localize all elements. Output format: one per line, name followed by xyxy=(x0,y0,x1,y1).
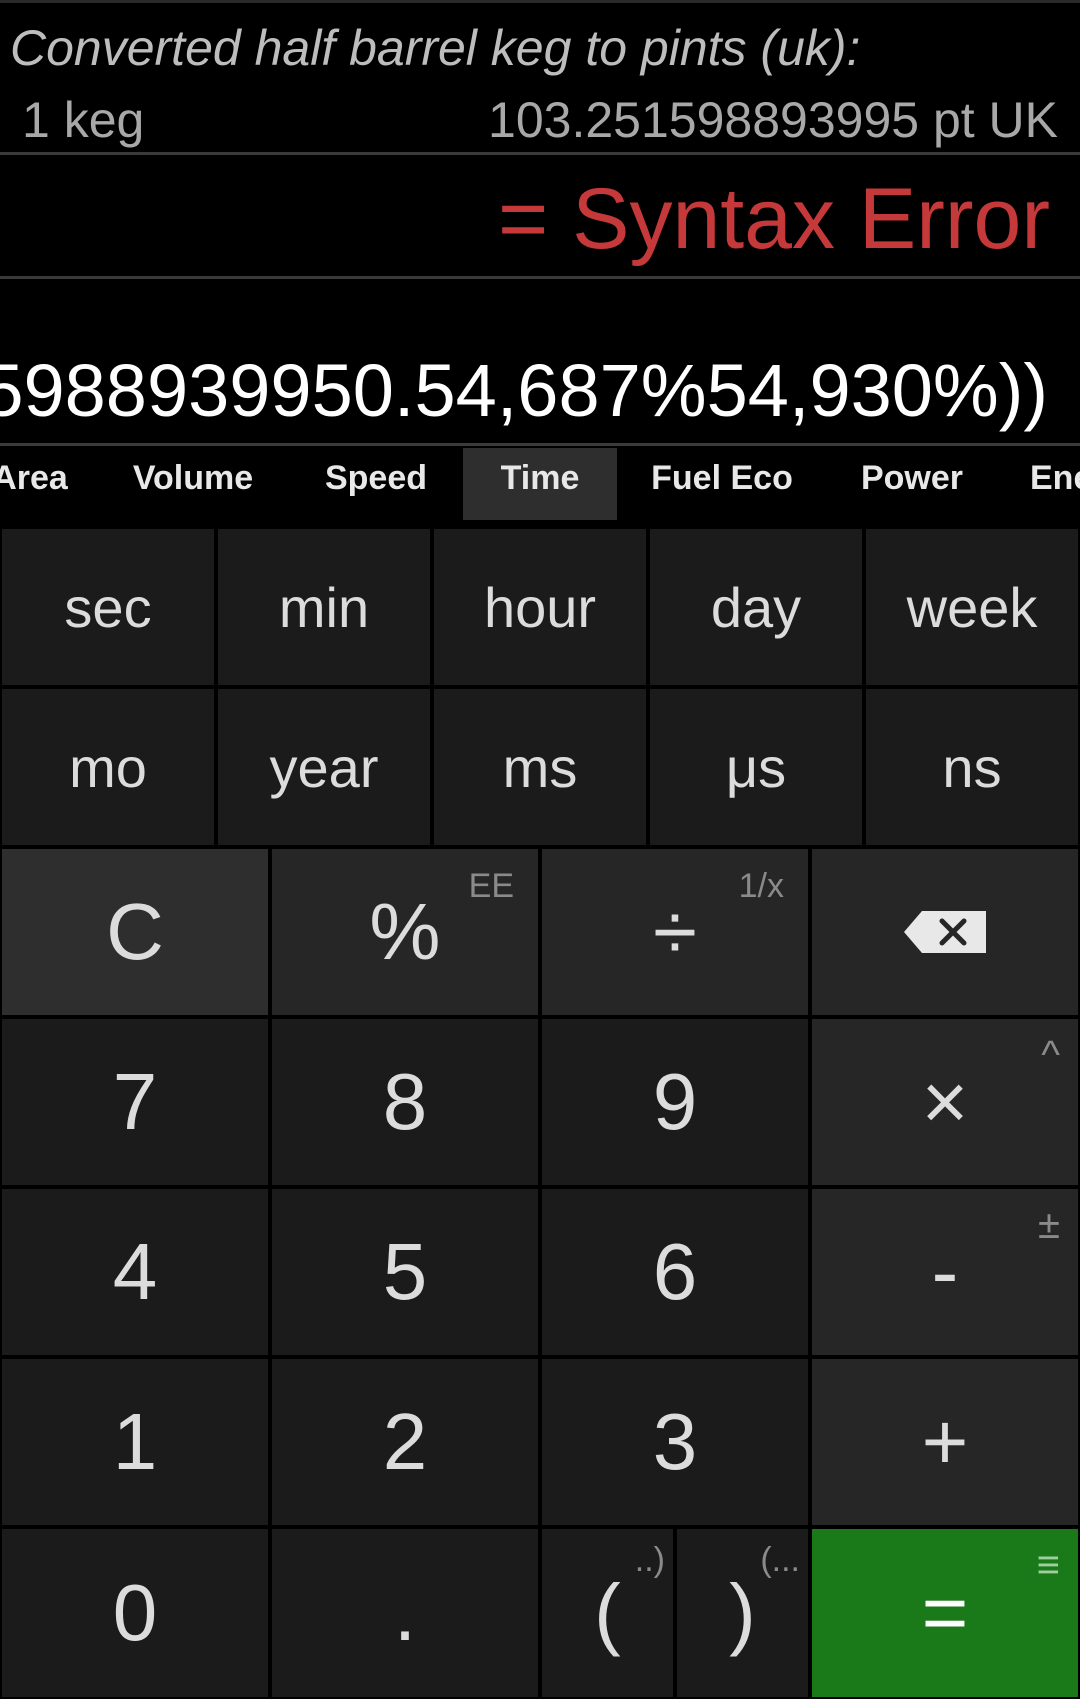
tab-speed[interactable]: Speed xyxy=(300,448,452,520)
multiply-label: × xyxy=(921,1057,969,1146)
unit-day-button[interactable]: day xyxy=(648,527,864,687)
history-output: 103.251598893995 pt UK xyxy=(488,92,1058,148)
tab-power[interactable]: Power xyxy=(836,448,988,520)
digit-5-button[interactable]: 5 xyxy=(270,1187,540,1357)
history-input: 1 keg xyxy=(22,92,145,148)
equals-button[interactable]: = ≡ xyxy=(810,1527,1080,1699)
clear-button[interactable]: C xyxy=(0,847,270,1017)
result-display: = Syntax Error xyxy=(497,171,1050,267)
unit-month-button[interactable]: mo xyxy=(0,687,216,847)
divide-button[interactable]: ÷ 1/x xyxy=(540,847,810,1017)
unit-ns-button[interactable]: ns xyxy=(864,687,1080,847)
unit-sec-button[interactable]: sec xyxy=(0,527,216,687)
close-paren-hint: (... xyxy=(760,1541,800,1579)
digit-3-button[interactable]: 3 xyxy=(540,1357,810,1527)
category-tab-bar[interactable]: Area Volume Speed Time Fuel Eco Power En… xyxy=(0,448,1080,520)
menu-icon[interactable]: ≡ xyxy=(1037,1543,1060,1588)
digit-0-button[interactable]: 0 xyxy=(0,1527,270,1699)
digit-9-button[interactable]: 9 xyxy=(540,1017,810,1187)
expression-display[interactable]: 5988939950.54,687%54,930%)) xyxy=(0,348,1048,433)
digit-7-button[interactable]: 7 xyxy=(0,1017,270,1187)
power-hint: ^ xyxy=(1041,1033,1060,1077)
close-paren-button[interactable]: ) (... xyxy=(675,1527,810,1699)
open-paren-button[interactable]: ( ..) xyxy=(540,1527,675,1699)
equals-label: = xyxy=(921,1568,969,1657)
tab-fuel-eco[interactable]: Fuel Eco xyxy=(640,448,804,520)
backspace-icon xyxy=(904,911,986,953)
tab-area[interactable]: Area xyxy=(0,448,70,520)
digit-8-button[interactable]: 8 xyxy=(270,1017,540,1187)
reciprocal-hint: 1/x xyxy=(738,867,784,905)
tab-volume[interactable]: Volume xyxy=(118,448,268,520)
close-paren-label: ) xyxy=(729,1568,756,1657)
unit-hour-button[interactable]: hour xyxy=(432,527,648,687)
tab-energy[interactable]: Ene xyxy=(1030,448,1080,520)
backspace-button[interactable] xyxy=(810,847,1080,1017)
percent-button[interactable]: % EE xyxy=(270,847,540,1017)
multiply-button[interactable]: × ^ xyxy=(810,1017,1080,1187)
plus-button[interactable]: + xyxy=(810,1357,1080,1527)
minus-button[interactable]: - ± xyxy=(810,1187,1080,1357)
open-paren-label: ( xyxy=(594,1568,621,1657)
unit-min-button[interactable]: min xyxy=(216,527,432,687)
percent-label: % xyxy=(369,887,441,976)
decimal-point-button[interactable]: . xyxy=(270,1527,540,1699)
plus-minus-hint: ± xyxy=(1038,1203,1060,1247)
digit-2-button[interactable]: 2 xyxy=(270,1357,540,1527)
open-paren-hint: ..) xyxy=(634,1541,665,1579)
unit-year-button[interactable]: year xyxy=(216,687,432,847)
unit-week-button[interactable]: week xyxy=(864,527,1080,687)
divide-label: ÷ xyxy=(653,887,697,976)
unit-us-button[interactable]: μs xyxy=(648,687,864,847)
minus-label: - xyxy=(931,1227,959,1316)
tab-time[interactable]: Time xyxy=(463,448,617,520)
digit-4-button[interactable]: 4 xyxy=(0,1187,270,1357)
digit-1-button[interactable]: 1 xyxy=(0,1357,270,1527)
history-title: Converted half barrel keg to pints (uk): xyxy=(10,20,861,76)
unit-ms-button[interactable]: ms xyxy=(432,687,648,847)
history-panel: Converted half barrel keg to pints (uk):… xyxy=(0,0,1080,152)
divider xyxy=(0,276,1080,279)
divider xyxy=(0,152,1080,155)
ee-hint: EE xyxy=(468,867,514,905)
digit-6-button[interactable]: 6 xyxy=(540,1187,810,1357)
divider xyxy=(0,443,1080,446)
